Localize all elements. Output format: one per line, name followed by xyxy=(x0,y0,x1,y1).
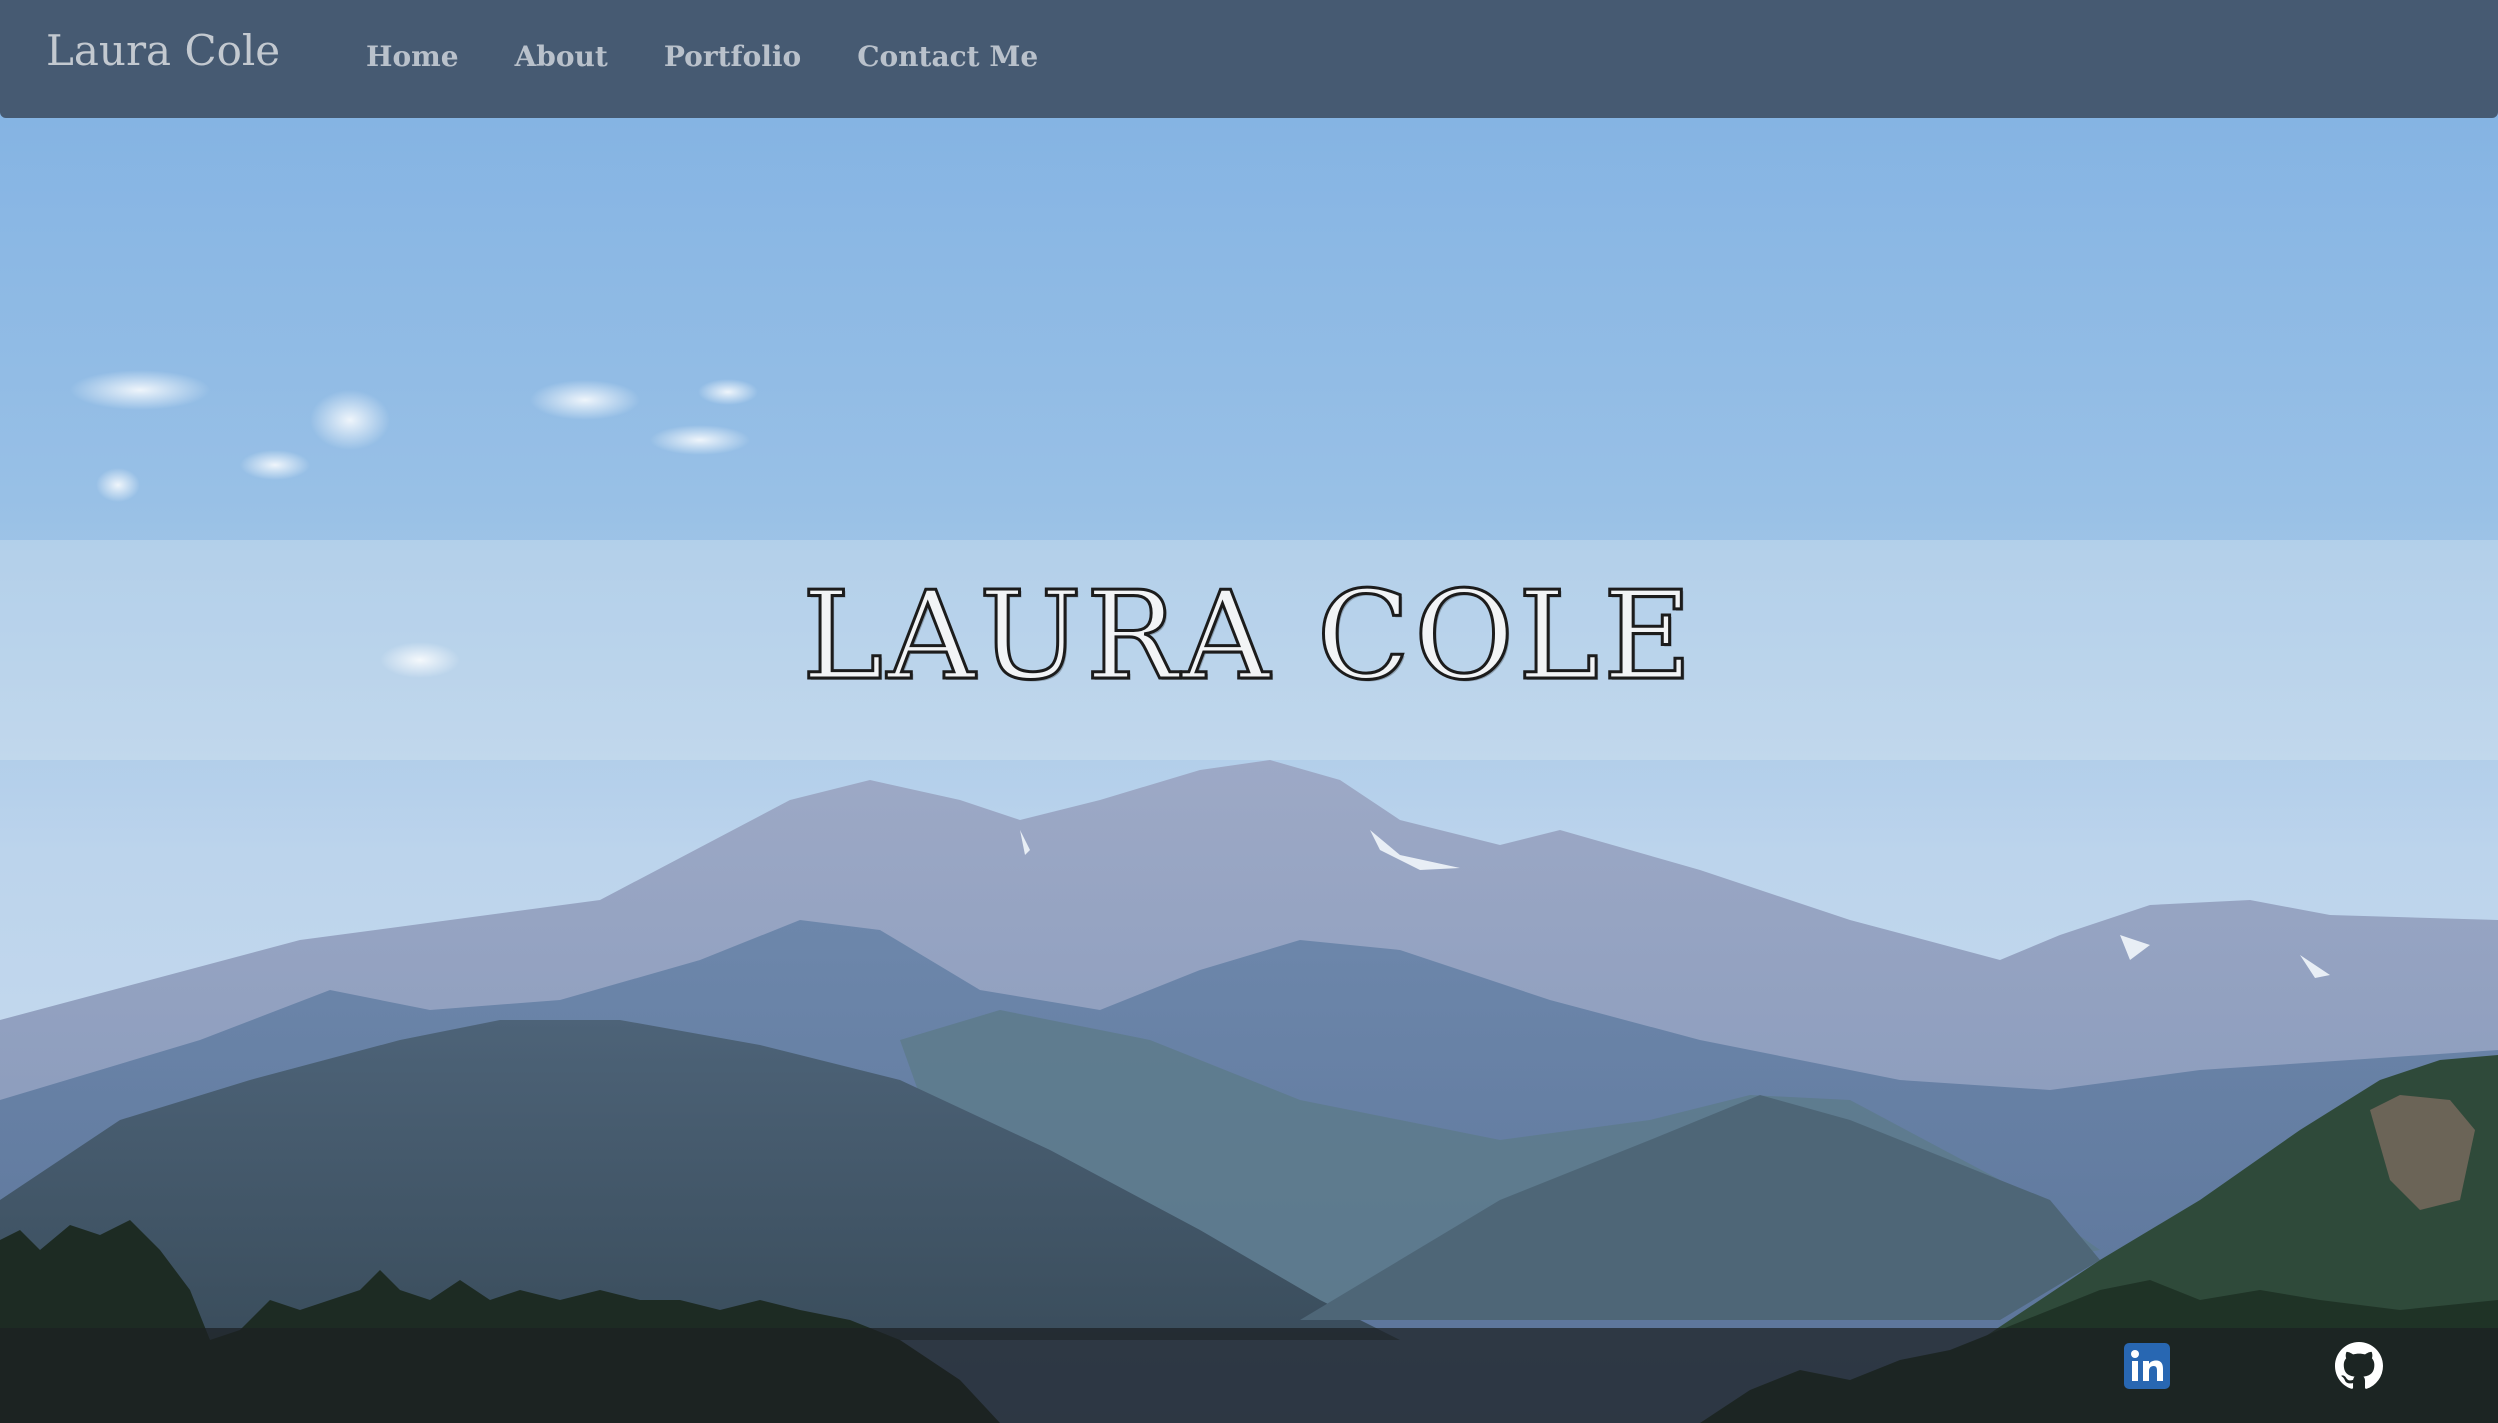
page: Laura Cole Home About Portfolio Contact … xyxy=(0,0,2498,1423)
nav-link-home[interactable]: Home xyxy=(366,40,459,73)
nav-link-contact-me[interactable]: Contact Me xyxy=(857,40,1038,73)
nav-links: Home About Portfolio Contact Me xyxy=(366,40,1094,73)
background-mountain-photo xyxy=(0,0,2498,1423)
github-icon xyxy=(2335,1342,2383,1389)
nav-link-portfolio[interactable]: Portfolio xyxy=(664,40,801,73)
brand-logo-link[interactable]: Laura Cole xyxy=(46,26,280,75)
navbar: Laura Cole Home About Portfolio Contact … xyxy=(0,0,2498,118)
nav-link-about[interactable]: About xyxy=(515,40,608,73)
hero-title: LAURA COLE xyxy=(800,564,1697,709)
linkedin-link[interactable] xyxy=(2123,1342,2171,1390)
linkedin-icon xyxy=(2124,1343,2170,1389)
github-link[interactable] xyxy=(2335,1342,2383,1390)
